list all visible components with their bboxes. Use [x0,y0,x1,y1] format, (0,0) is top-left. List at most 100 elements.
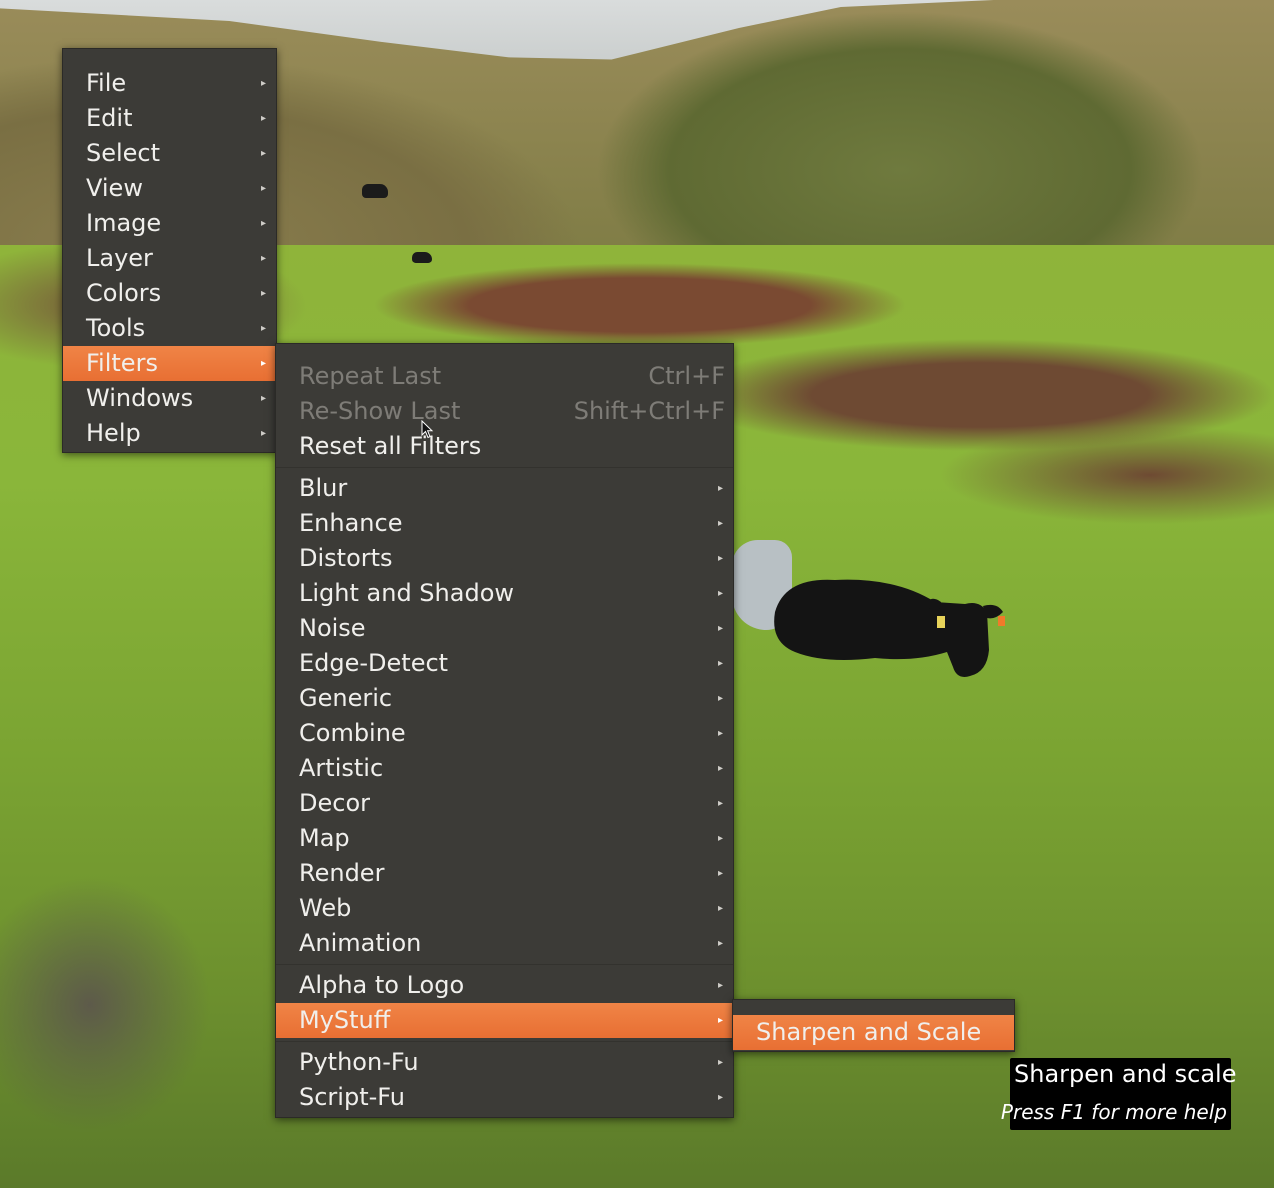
menu-layer-label: Layer [86,244,153,272]
filters-reset-all[interactable]: Reset all Filters [276,429,733,464]
submenu-arrow-icon: ▸ [717,518,723,529]
mystuff-label: MyStuff [299,1006,391,1034]
filters-light-and-shadow[interactable]: Light and Shadow ▸ [276,576,733,611]
filter-category-label: Artistic [299,754,384,782]
filter-category-label: Decor [299,789,370,817]
reshow-last-shortcut: Shift+Ctrl+F [573,397,725,425]
menu-help[interactable]: Help ▸ [63,416,276,451]
menu-tools[interactable]: Tools ▸ [63,311,276,346]
submenu-arrow-icon: ▸ [717,693,723,704]
menu-edit-label: Edit [86,104,133,132]
menu-separator [276,964,733,965]
reshow-last-label: Re-Show Last [299,397,461,425]
filter-category-label: Web [299,894,352,922]
submenu-arrow-icon: ▸ [717,763,723,774]
filters-blur[interactable]: Blur ▸ [276,471,733,506]
submenu-arrow-icon: ▸ [260,288,266,299]
filters-combine[interactable]: Combine ▸ [276,716,733,751]
menu-windows[interactable]: Windows ▸ [63,381,276,416]
filter-category-label: Map [299,824,350,852]
filters-reshow-last[interactable]: Re-Show Last Shift+Ctrl+F [276,394,733,429]
filters-map[interactable]: Map ▸ [276,821,733,856]
menu-view[interactable]: View ▸ [63,171,276,206]
main-menu: File ▸ Edit ▸ Select ▸ View ▸ Image ▸ Layer ▸ … [62,48,277,453]
submenu-arrow-icon: ▸ [717,623,723,634]
submenu-arrow-icon: ▸ [260,78,266,89]
sharpen-and-scale-item[interactable]: Sharpen and Scale [733,1015,1014,1050]
submenu-arrow-icon: ▸ [717,483,723,494]
filters-alpha-to-logo[interactable]: Alpha to Logo ▸ [276,968,733,1003]
distant-cow [412,252,432,263]
submenu-arrow-icon: ▸ [260,253,266,264]
cow [774,579,1005,677]
filter-category-label: Enhance [299,509,403,537]
mystuff-submenu: Sharpen and Scale [732,999,1015,1052]
filters-render[interactable]: Render ▸ [276,856,733,891]
filters-artistic[interactable]: Artistic ▸ [276,751,733,786]
tooltip: Sharpen and scale Press F1 for more help [1001,1058,1236,1130]
filter-category-label: Render [299,859,385,887]
filters-animation[interactable]: Animation ▸ [276,926,733,961]
filters-enhance[interactable]: Enhance ▸ [276,506,733,541]
script-fu-label: Script-Fu [299,1083,405,1111]
filters-submenu: Repeat Last Ctrl+F Re-Show Last Shift+Ctrl… [275,343,734,1118]
submenu-arrow-icon: ▸ [260,183,266,194]
submenu-arrow-icon: ▸ [717,1057,723,1068]
submenu-arrow-icon: ▸ [717,658,723,669]
submenu-arrow-icon: ▸ [717,1015,723,1026]
repeat-last-shortcut: Ctrl+F [648,362,725,390]
menu-colors-label: Colors [86,279,162,307]
menu-filters[interactable]: Filters ▸ [63,346,276,381]
submenu-arrow-icon: ▸ [717,903,723,914]
filters-mystuff[interactable]: MyStuff ▸ [276,1003,733,1038]
filter-category-label: Edge-Detect [299,649,449,677]
filters-python-fu[interactable]: Python-Fu ▸ [276,1045,733,1080]
filter-category-label: Noise [299,614,366,642]
submenu-arrow-icon: ▸ [717,728,723,739]
menu-select-label: Select [86,139,161,167]
menu-view-label: View [86,174,143,202]
filters-generic[interactable]: Generic ▸ [276,681,733,716]
submenu-arrow-icon: ▸ [260,148,266,159]
submenu-arrow-icon: ▸ [717,868,723,879]
submenu-arrow-icon: ▸ [717,588,723,599]
submenu-arrow-icon: ▸ [717,553,723,564]
filters-noise[interactable]: Noise ▸ [276,611,733,646]
menu-separator [276,1041,733,1042]
menu-image-label: Image [86,209,162,237]
menu-image[interactable]: Image ▸ [63,206,276,241]
menu-select[interactable]: Select ▸ [63,136,276,171]
menu-file[interactable]: File ▸ [63,66,276,101]
sharpen-and-scale-label: Sharpen and Scale [756,1018,982,1046]
filters-repeat-last[interactable]: Repeat Last Ctrl+F [276,359,733,394]
repeat-last-label: Repeat Last [299,362,442,390]
filter-category-label: Combine [299,719,406,747]
filters-script-fu[interactable]: Script-Fu ▸ [276,1080,733,1115]
menu-layer[interactable]: Layer ▸ [63,241,276,276]
filters-distorts[interactable]: Distorts ▸ [276,541,733,576]
submenu-arrow-icon: ▸ [260,218,266,229]
submenu-arrow-icon: ▸ [260,428,266,439]
distant-cow [362,184,388,198]
menu-file-label: File [86,69,127,97]
filters-decor[interactable]: Decor ▸ [276,786,733,821]
python-fu-label: Python-Fu [299,1048,419,1076]
tooltip-hint: Press F1 for more help [1000,1100,1227,1124]
submenu-arrow-icon: ▸ [717,938,723,949]
menu-filters-label: Filters [86,349,158,377]
menu-help-label: Help [86,419,141,447]
menu-windows-label: Windows [86,384,194,412]
submenu-arrow-icon: ▸ [260,323,266,334]
reset-all-label: Reset all Filters [299,432,482,460]
filter-category-label: Light and Shadow [299,579,515,607]
submenu-arrow-icon: ▸ [717,833,723,844]
filters-web[interactable]: Web ▸ [276,891,733,926]
menu-tools-label: Tools [86,314,146,342]
menu-colors[interactable]: Colors ▸ [63,276,276,311]
filter-category-label: Animation [299,929,422,957]
menu-edit[interactable]: Edit ▸ [63,101,276,136]
filter-category-label: Distorts [299,544,393,572]
filters-edge-detect[interactable]: Edge-Detect ▸ [276,646,733,681]
submenu-arrow-icon: ▸ [717,798,723,809]
filter-category-label: Blur [299,474,348,502]
